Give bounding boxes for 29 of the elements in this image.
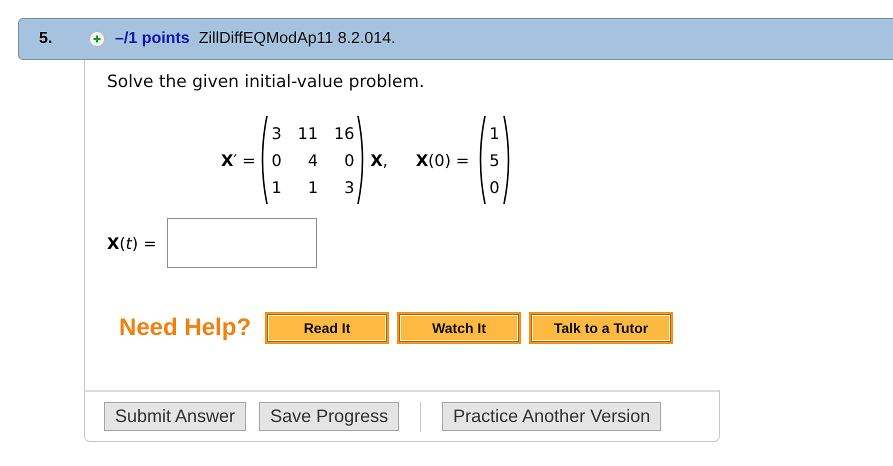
question-source: ZillDiffEQModAp11 8.2.014.	[198, 30, 396, 48]
help-button[interactable]: Talk to a Tutor	[531, 314, 672, 342]
action-button[interactable]: Practice Another Version	[442, 402, 662, 431]
initial-condition-lhs: X(0) =	[416, 150, 470, 170]
answer-field[interactable]	[166, 218, 317, 268]
vector-entry: 0	[489, 178, 500, 196]
equation-lhs: X′ =	[221, 150, 256, 170]
matrix-entry: 11	[298, 124, 318, 142]
question-number: 5.	[39, 30, 54, 48]
equation-term: X,	[370, 150, 388, 170]
expand-plus-icon[interactable]	[89, 31, 105, 47]
vector-entry: 1	[489, 124, 500, 142]
matrix-entry: 3	[343, 178, 354, 196]
question-prompt: Solve the given initial-value problem.	[107, 71, 426, 92]
matrix-entry: 0	[271, 150, 282, 170]
matrix-entry: 1	[271, 178, 282, 196]
matrix-entry: 0	[343, 150, 354, 170]
matrix-entry: 3	[271, 124, 282, 142]
matrix-entry: 4	[306, 150, 318, 170]
help-button[interactable]: Watch It	[399, 314, 520, 342]
matrix-entry: 1	[306, 178, 318, 196]
points-label: –/1 points	[115, 30, 190, 48]
action-button[interactable]: Submit Answer	[104, 402, 246, 431]
need-help-label: Need Help?	[119, 314, 252, 342]
answer-label: X(t) =	[107, 234, 157, 252]
matrix-entry: 16	[334, 124, 354, 142]
help-button[interactable]: Read It	[267, 314, 388, 342]
vector-entry: 5	[489, 150, 500, 170]
action-button[interactable]: Save Progress	[259, 402, 400, 431]
